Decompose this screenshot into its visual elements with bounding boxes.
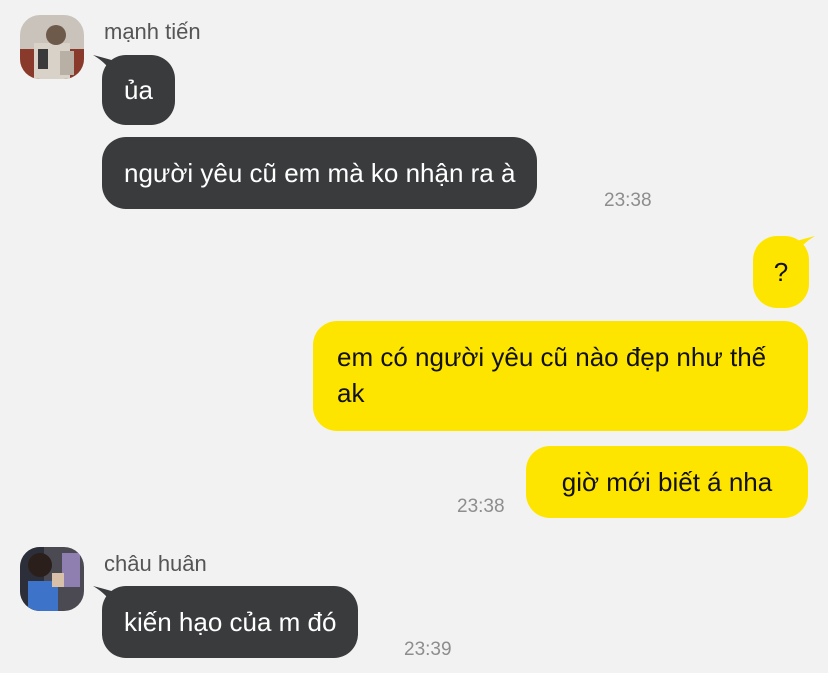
message-bubble[interactable]: em có người yêu cũ nào đẹp như thế ak	[313, 321, 808, 431]
sender-name: châu huân	[104, 551, 207, 576]
message-bubble[interactable]: ?	[753, 236, 809, 308]
message-timestamp: 23:38	[457, 496, 505, 517]
message-bubble[interactable]: ủa	[102, 55, 175, 125]
avatar-manh-tien[interactable]	[20, 15, 84, 79]
message-timestamp: 23:39	[404, 639, 452, 660]
sender-name: mạnh tiến	[104, 19, 201, 44]
message-bubble[interactable]: kiến hạo của m đó	[102, 586, 359, 658]
avatar-chau-huan[interactable]	[20, 547, 84, 611]
message-bubble[interactable]: người yêu cũ em mà ko nhận ra à	[102, 137, 538, 209]
message-timestamp: 23:38	[604, 190, 652, 211]
message-bubble[interactable]: giờ mới biết á nha	[526, 446, 808, 518]
